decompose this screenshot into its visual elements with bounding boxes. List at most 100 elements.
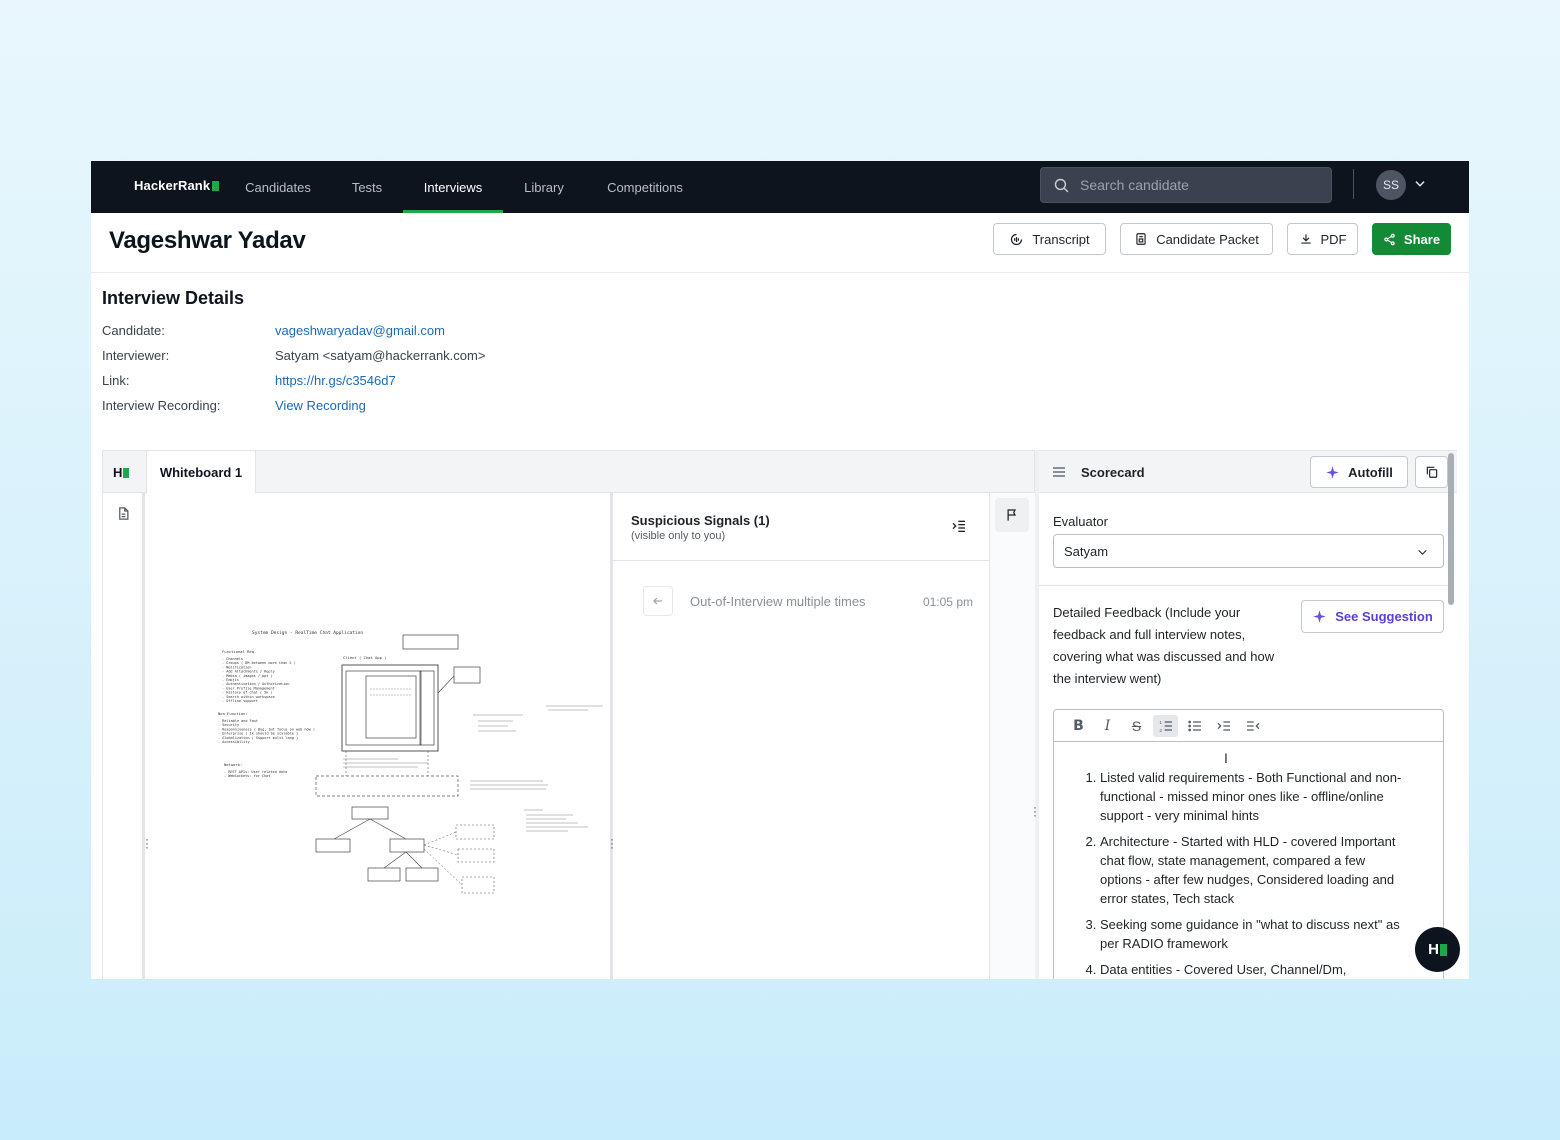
- chevron-down-icon: [1418, 549, 1427, 555]
- see-suggestion-button[interactable]: See Suggestion: [1301, 600, 1444, 633]
- whiteboard-workspace: H Whiteboard 1 System Design - RealTime …: [102, 450, 1035, 979]
- feedback-notes-list: Listed valid requirements - Both Functio…: [1100, 768, 1410, 979]
- logo-square-icon: [123, 467, 130, 478]
- top-navigation: HackerRank Candidates Tests Interviews L…: [91, 161, 1469, 213]
- italic-icon[interactable]: I: [1095, 715, 1120, 737]
- exit-arrow-icon: [643, 586, 673, 616]
- candidate-header: Vageshwar Yadav Transcript Candidate Pac…: [91, 213, 1469, 273]
- detail-label: Interview Recording:: [102, 398, 221, 413]
- copy-button[interactable]: [1415, 456, 1448, 488]
- sparkle-icon: [1326, 465, 1339, 479]
- list-item[interactable]: Listed valid requirements - Both Functio…: [1100, 768, 1410, 825]
- detail-row-link: Link: https://hr.gs/c3546d7: [102, 373, 396, 388]
- evaluator-select[interactable]: Satyam: [1053, 534, 1444, 568]
- whiteboard-title: System Design - RealTime Chat Applicatio…: [252, 630, 363, 636]
- whiteboard-note: - Accessibility: [218, 740, 250, 744]
- workspace-tabbar: H Whiteboard 1: [103, 451, 1034, 493]
- list-item[interactable]: Architecture - Started with HLD - covere…: [1100, 832, 1410, 908]
- signal-time: 01:05 pm: [922, 595, 973, 609]
- tab-whiteboard-1[interactable]: Whiteboard 1: [146, 451, 256, 493]
- search-input[interactable]: [1080, 177, 1310, 193]
- user-avatar[interactable]: SS: [1376, 170, 1406, 200]
- bold-icon[interactable]: B: [1066, 715, 1091, 737]
- svg-text:2: 2: [1159, 728, 1162, 733]
- menu-icon[interactable]: [1051, 464, 1067, 480]
- pdf-download-button[interactable]: PDF: [1287, 223, 1358, 255]
- detailed-feedback-label: Detailed Feedback (Include your feedback…: [1053, 605, 1275, 686]
- list-item[interactable]: Data entities - Covered User, Channel/Dm…: [1100, 960, 1410, 979]
- autofill-button[interactable]: Autofill: [1310, 456, 1408, 488]
- workspace-right-rail: [989, 493, 1035, 979]
- nav-link-competitions[interactable]: Competitions: [599, 161, 691, 213]
- editor-toolbar: B I S 12: [1054, 710, 1443, 742]
- candidate-email-link[interactable]: vageshwaryadav@gmail.com: [275, 323, 445, 338]
- section-divider: [1039, 585, 1448, 586]
- whiteboard-network-heading: Network:: [224, 762, 242, 767]
- flag-icon: [1007, 509, 1016, 521]
- evaluator-label: Evaluator: [1053, 514, 1108, 529]
- scorecard-title: Scorecard: [1081, 465, 1145, 480]
- signal-item: Out-of-Interview multiple times 01:05 pm: [643, 586, 973, 616]
- download-icon: [1300, 234, 1311, 244]
- detail-row-interviewer: Interviewer: Satyam <satyam@hackerrank.c…: [102, 348, 485, 363]
- indent-icon[interactable]: [1211, 715, 1236, 737]
- document-icon[interactable]: [116, 505, 131, 522]
- search-box: [1040, 167, 1332, 203]
- chevron-down-icon[interactable]: [1413, 177, 1427, 191]
- whiteboard-functional-heading: Functional Req.: [222, 649, 256, 654]
- hackerrank-logo[interactable]: HackerRank: [134, 178, 220, 193]
- interviewer-value: Satyam <satyam@hackerrank.com>: [275, 348, 486, 363]
- signals-subtitle: (visible only to you): [631, 530, 726, 542]
- nav-link-library[interactable]: Library: [511, 161, 577, 213]
- scorecard-body: Evaluator Satyam Detailed Feedback (Incl…: [1039, 493, 1448, 979]
- nav-link-tests[interactable]: Tests: [343, 161, 391, 213]
- scorecard-scrollbar[interactable]: [1448, 453, 1454, 605]
- drag-handle-icon[interactable]: · · ·: [1033, 801, 1037, 821]
- transcript-icon: [1011, 233, 1023, 245]
- bullet-list-icon[interactable]: [1182, 715, 1207, 737]
- suspicious-signals-panel: Suspicious Signals (1) (visible only to …: [613, 493, 989, 979]
- share-button[interactable]: Share: [1372, 223, 1451, 255]
- nav-link-interviews[interactable]: Interviews: [403, 161, 503, 213]
- nav-link-candidates[interactable]: Candidates: [239, 161, 317, 213]
- logo-square-icon: [1439, 943, 1447, 956]
- signal-text: Out-of-Interview multiple times: [690, 594, 866, 609]
- feedback-editor[interactable]: B I S 12 I 1. Listed valid requirements …: [1053, 709, 1444, 979]
- whiteboard-client-label: Client ( Chat App ): [343, 655, 386, 660]
- signals-title: Suspicious Signals (1): [631, 513, 770, 528]
- nav-divider: [1353, 169, 1354, 199]
- signals-header: Suspicious Signals (1) (visible only to …: [613, 493, 989, 561]
- collapse-panel-icon[interactable]: [951, 518, 967, 534]
- detail-row-candidate: Candidate: vageshwaryadav@gmail.com: [102, 323, 445, 338]
- whiteboard-drawing: System Design - RealTime Chat Applicatio…: [218, 630, 603, 894]
- workspace-left-rail: [103, 493, 145, 979]
- whiteboard-canvas[interactable]: System Design - RealTime Chat Applicatio…: [148, 493, 610, 979]
- app-window: HackerRank Candidates Tests Interviews L…: [91, 161, 1469, 979]
- drag-handle-icon[interactable]: · · ·: [610, 833, 614, 853]
- strikethrough-icon[interactable]: S: [1124, 715, 1149, 737]
- workspace-logo: H: [113, 465, 130, 480]
- drag-handle-icon[interactable]: · · ·: [145, 833, 149, 853]
- list-item[interactable]: Seeking some guidance in "what to discus…: [1100, 915, 1410, 953]
- outdent-icon[interactable]: [1240, 715, 1265, 737]
- document-icon: [1136, 233, 1146, 245]
- scorecard-header: Scorecard Autofill: [1039, 451, 1457, 493]
- share-icon: [1384, 233, 1395, 245]
- svg-text:1: 1: [1159, 720, 1162, 725]
- scorecard-panel: Scorecard Autofill Evaluator Satyam Deta…: [1039, 450, 1457, 979]
- interview-details-title: Interview Details: [102, 288, 245, 308]
- detail-label: Candidate:: [102, 323, 165, 338]
- sparkle-icon: [1313, 610, 1326, 623]
- flag-button[interactable]: [995, 498, 1029, 532]
- hackerrank-help-button[interactable]: H: [1415, 927, 1460, 972]
- ordered-list-icon[interactable]: 12: [1153, 714, 1178, 737]
- whiteboard-note: - WebSockets: for Chat: [224, 774, 270, 778]
- text-cursor-icon: I: [1224, 750, 1228, 766]
- candidate-packet-button[interactable]: Candidate Packet: [1120, 223, 1273, 255]
- transcript-button[interactable]: Transcript: [993, 223, 1106, 255]
- interview-link[interactable]: https://hr.gs/c3546d7: [275, 373, 396, 388]
- whiteboard-nonfunctional-heading: Non Function:: [218, 711, 248, 716]
- candidate-name: Vageshwar Yadav: [109, 227, 306, 254]
- search-icon: [1054, 178, 1069, 192]
- view-recording-link[interactable]: View Recording: [275, 398, 366, 413]
